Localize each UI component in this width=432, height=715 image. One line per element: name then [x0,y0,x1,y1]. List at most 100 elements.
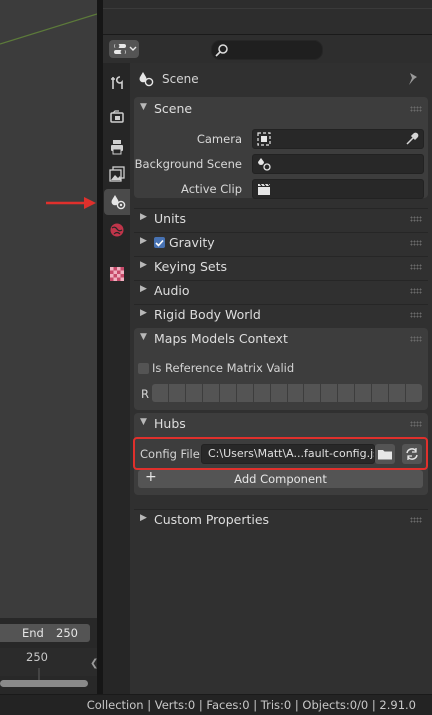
tab-scene[interactable] [104,189,131,215]
chevron-down-icon: ▼ [140,417,147,427]
matrix-cell[interactable] [219,384,236,402]
drag-grip-icon[interactable] [410,312,422,318]
drag-grip-icon[interactable] [410,288,422,294]
matrix-cell[interactable] [338,384,355,402]
hubs-panel-header[interactable]: ▼ Hubs [134,413,428,435]
scene-panel-header[interactable]: ▼ Scene [134,98,428,120]
custom-properties-panel-header[interactable]: ▶ Custom Properties [134,509,428,531]
rigid-body-world-title: Rigid Body World [154,307,261,322]
frame-marker: 250 [26,650,48,664]
gravity-panel-header[interactable]: ▶ Gravity [134,232,428,254]
playhead[interactable] [38,668,40,680]
eyedropper-icon[interactable] [405,132,419,146]
matrix-cell[interactable] [304,384,321,402]
custom-properties-title: Custom Properties [154,512,270,527]
arrow-annotation-icon [46,197,96,209]
scene-icon [258,158,271,171]
timeline-scrollbar[interactable] [0,680,88,687]
tab-world[interactable] [103,217,130,243]
scene-icon [139,72,154,87]
gravity-checkbox[interactable] [154,237,165,248]
active-clip-label: Active Clip [181,182,242,196]
image-stack-icon [108,166,125,182]
matrix-cell[interactable] [253,384,270,402]
matrix-cell[interactable] [406,384,422,402]
tab-output[interactable] [103,134,130,160]
matrix-cell[interactable] [287,384,304,402]
drag-grip-icon[interactable] [410,264,422,270]
timeline-ruler[interactable]: 250 [0,648,97,680]
printer-icon [110,140,123,155]
active-clip-field[interactable] [252,179,424,199]
properties-header [103,34,432,63]
maps-models-title: Maps Models Context [154,331,288,346]
highlight-annotation [133,437,428,470]
drag-grip-icon[interactable] [410,240,422,246]
end-frame-field[interactable]: End 250 [0,624,90,642]
r-label: R [141,387,149,401]
camera-object-icon [257,132,271,146]
matrix-cell[interactable] [185,384,202,402]
3d-viewport[interactable] [0,0,97,618]
tab-texture[interactable] [103,261,130,287]
matrix-cell[interactable] [372,384,389,402]
chevron-right-icon: ▶ [140,284,147,294]
pin-icon[interactable] [406,71,420,87]
tab-tool[interactable] [103,70,130,96]
scene-icon [111,195,125,210]
rigid-body-world-panel-header[interactable]: ▶ Rigid Body World [134,304,428,326]
checker-texture-icon [109,267,124,281]
drag-grip-icon[interactable] [410,106,422,112]
editor-type-button[interactable] [109,40,139,58]
timeline-panel: End 250 250 ❮ [0,618,98,694]
matrix-cell[interactable] [168,384,185,402]
clip-icon [258,183,271,195]
drag-grip-icon[interactable] [410,216,422,222]
matrix-cell[interactable] [202,384,219,402]
chevron-down-icon: ▼ [140,102,147,112]
tab-view-layer[interactable] [103,161,130,187]
add-component-button[interactable]: + Add Component [138,469,423,488]
chevron-right-icon: ▶ [140,212,147,222]
drag-grip-icon[interactable] [410,336,422,342]
status-bar: Collection | Verts:0 | Faces:0 | Tris:0 … [0,694,432,715]
audio-title: Audio [154,283,190,298]
keying-sets-panel-header[interactable]: ▶ Keying Sets [134,256,428,278]
outliner-area [103,0,432,34]
maps-models-panel-header[interactable]: ▼ Maps Models Context [134,328,428,350]
chevron-right-icon: ▶ [140,308,147,318]
hubs-title: Hubs [154,416,186,431]
tab-render[interactable] [103,104,130,130]
properties-tabs [103,63,131,694]
camera-back-icon [109,110,124,123]
chevron-right-icon: ▶ [140,236,147,246]
drag-grip-icon[interactable] [410,517,422,523]
is-ref-matrix-checkbox[interactable] [138,363,149,374]
properties-editor-icon [114,43,137,55]
matrix-cell[interactable] [389,384,406,402]
chevron-right-icon: ▶ [140,513,147,523]
viewport-grid [0,13,97,45]
is-ref-matrix-label: Is Reference Matrix Valid [152,361,295,375]
camera-field[interactable] [252,129,424,149]
matrix-cell[interactable] [236,384,253,402]
properties-content: Scene ▼ Scene Camera Background Scene Ac… [130,63,432,694]
add-component-label: Add Component [234,472,327,486]
drag-grip-icon[interactable] [410,421,422,427]
matrix-cell[interactable] [270,384,287,402]
search-input[interactable] [211,40,323,60]
keying-sets-title: Keying Sets [154,259,228,274]
status-text: Collection | Verts:0 | Faces:0 | Tris:0 … [86,698,416,712]
globe-icon [110,223,123,237]
context-title: Scene [162,72,199,86]
audio-panel-header[interactable]: ▶ Audio [134,280,428,302]
matrix-cell[interactable] [152,384,168,402]
units-panel-header[interactable]: ▶ Units [134,208,428,230]
background-scene-field[interactable] [252,154,424,174]
matrix-cell[interactable] [355,384,372,402]
gravity-title: Gravity [169,235,215,250]
end-label: End [22,626,44,640]
search-icon [215,44,228,57]
chevron-down-icon: ▼ [140,332,147,342]
matrix-cell[interactable] [321,384,338,402]
